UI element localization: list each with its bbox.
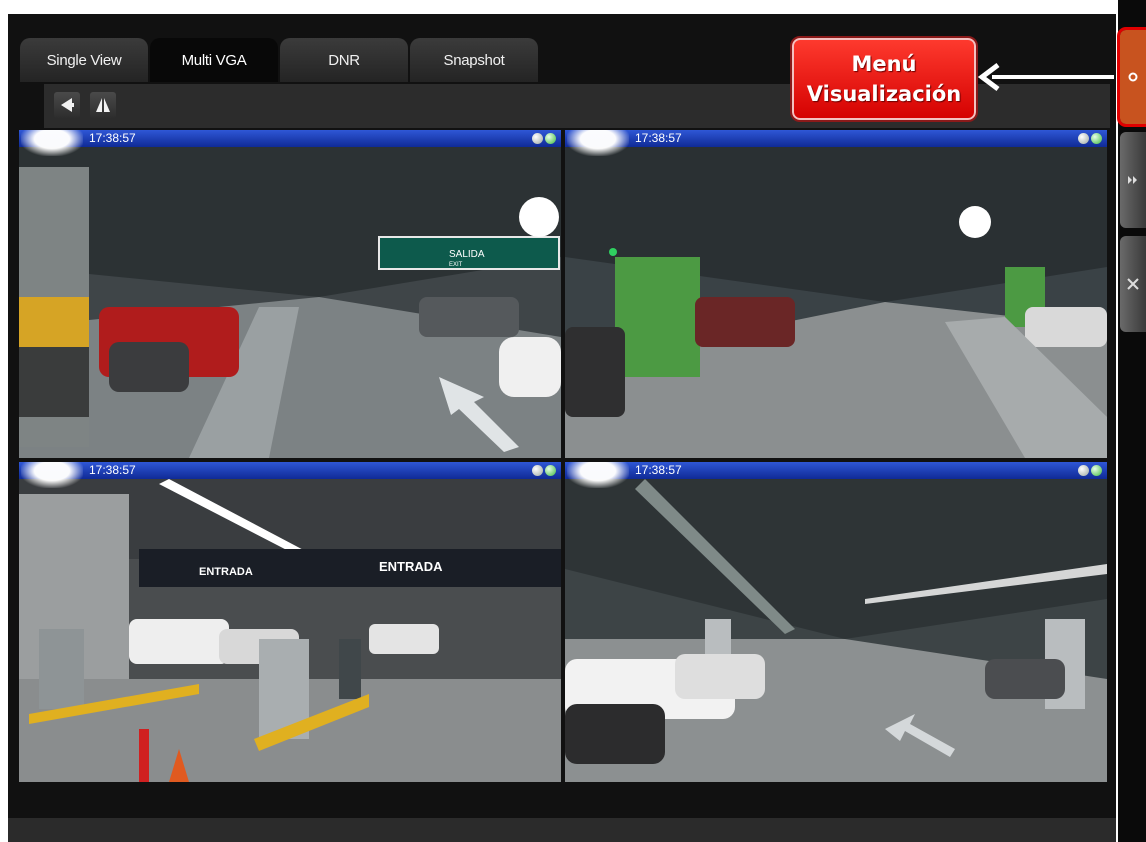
camera-feed-2 — [565, 147, 1107, 458]
camera-view-2[interactable]: 17:38:57 — [565, 130, 1107, 458]
tools-icon — [1127, 278, 1139, 290]
exit-sign-text: SALIDA — [449, 249, 485, 260]
status-icon — [532, 133, 543, 144]
exit-sign-subtext: EXIT — [449, 262, 463, 268]
callout-line-1: Menú — [851, 52, 917, 76]
menu-annotation-callout: Menú Visualización — [790, 36, 978, 122]
status-bar — [8, 818, 1116, 842]
tab-multi-vga[interactable]: Multi VGA — [150, 38, 278, 82]
camera-time: 17:38:57 — [89, 131, 136, 145]
status-icon — [1078, 133, 1089, 144]
date-redaction — [21, 462, 83, 488]
split-view-icon — [96, 98, 110, 112]
playback-tab[interactable] — [1120, 132, 1146, 228]
entrada-sign-left: ENTRADA — [199, 566, 253, 578]
fast-forward-icon — [1128, 176, 1137, 184]
dvr-window: Single View Multi VGA DNR Snapshot SALID… — [8, 14, 1116, 842]
camera-titlebar-2: 17:38:57 — [565, 130, 1107, 156]
split-view-button[interactable] — [90, 92, 116, 118]
display-menu-icon — [1128, 72, 1138, 82]
side-panel — [1117, 0, 1146, 842]
camera-time: 17:38:57 — [635, 131, 682, 145]
annotation-arrow-icon — [977, 63, 1114, 91]
camera-view-3[interactable]: ENTRADA ENTRADA 17:38:57 — [19, 462, 561, 782]
status-icon — [1078, 465, 1089, 476]
camera-view-4[interactable]: 17:38:57 — [565, 462, 1107, 782]
callout-line-2: Visualización — [806, 82, 962, 106]
camera-feed-3: ENTRADA ENTRADA — [19, 479, 561, 782]
camera-time: 17:38:57 — [89, 463, 136, 477]
status-icon — [1091, 133, 1102, 144]
date-redaction — [567, 462, 629, 488]
camera-time: 17:38:57 — [635, 463, 682, 477]
entrada-sign-right: ENTRADA — [379, 559, 443, 574]
camera-view-1[interactable]: SALIDA EXIT 17:38:57 — [19, 130, 561, 458]
camera-titlebar-1: 17:38:57 — [19, 130, 561, 156]
status-icon — [545, 133, 556, 144]
camera-feed-4 — [565, 479, 1107, 782]
date-redaction — [567, 130, 629, 156]
date-redaction — [21, 130, 83, 156]
camera-grid: SALIDA EXIT 17:38:57 17:38:57 ENTRADA EN… — [19, 130, 1107, 790]
tools-tab[interactable] — [1120, 236, 1146, 332]
tab-snapshot[interactable]: Snapshot — [410, 38, 538, 82]
camera-feed-1: SALIDA EXIT — [19, 147, 561, 458]
status-icon — [532, 465, 543, 476]
status-icon — [545, 465, 556, 476]
camera-titlebar-4: 17:38:57 — [565, 462, 1107, 488]
previous-button[interactable] — [54, 92, 80, 118]
tab-dnr[interactable]: DNR — [280, 38, 408, 82]
arrow-left-icon — [61, 98, 74, 112]
camera-titlebar-3: 17:38:57 — [19, 462, 561, 488]
status-icon — [1091, 465, 1102, 476]
tab-single-view[interactable]: Single View — [20, 38, 148, 82]
view-tabs: Single View Multi VGA DNR Snapshot — [20, 38, 540, 84]
